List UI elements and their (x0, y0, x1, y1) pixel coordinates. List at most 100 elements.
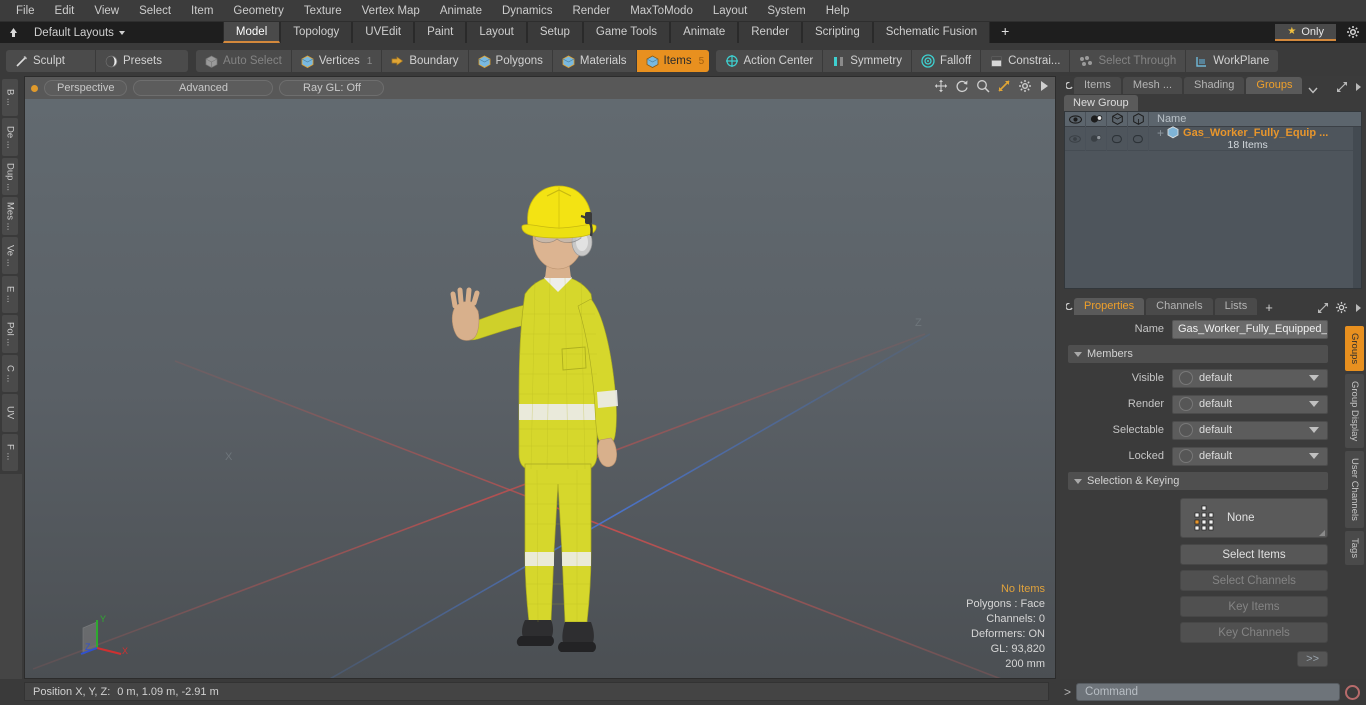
polygons-button[interactable]: Polygons (468, 50, 553, 72)
eye-icon[interactable] (1065, 111, 1086, 127)
tab-layout[interactable]: Layout (466, 22, 527, 43)
record-icon[interactable] (1345, 684, 1360, 700)
selectable-knob-icon[interactable] (1179, 423, 1193, 437)
layout-selector[interactable]: Default Layouts (26, 27, 133, 39)
materials-button[interactable]: Materials (552, 50, 637, 72)
tab-animate[interactable]: Animate (670, 22, 739, 43)
left-tab-uv[interactable]: UV (2, 394, 18, 432)
home-icon[interactable] (0, 22, 26, 43)
table-row[interactable]: + Gas_Worker_Fully_Equip ... 18 Items (1065, 126, 1361, 151)
resize-corner-icon[interactable] (1319, 530, 1325, 536)
presets-button[interactable]: Presets (96, 50, 188, 72)
side-tab-groups[interactable]: Groups (1345, 326, 1364, 372)
item-list-scrollbar[interactable] (1353, 127, 1361, 288)
render-knob-icon[interactable] (1179, 397, 1193, 411)
only-toggle-button[interactable]: ★ Only (1275, 24, 1336, 41)
select-through-button[interactable]: Select Through (1070, 50, 1187, 72)
sculpt-button[interactable]: Sculpt (6, 50, 96, 72)
auto-select-button[interactable]: Auto Select (196, 50, 292, 72)
properties-menu-dot-icon[interactable] (1064, 297, 1074, 315)
row-locked-toggle[interactable] (1128, 126, 1149, 151)
gear-icon[interactable] (1346, 25, 1360, 39)
left-tab-basic[interactable]: B ... (2, 79, 18, 117)
selection-set-field[interactable]: None (1180, 498, 1328, 538)
new-group-button[interactable]: New Group (1064, 95, 1138, 111)
side-tab-tags[interactable]: Tags (1345, 531, 1364, 566)
tab-shading[interactable]: Shading (1184, 77, 1245, 94)
expand-properties-icon[interactable] (1317, 302, 1329, 314)
side-tab-group-display[interactable]: Group Display (1345, 374, 1364, 449)
boundary-button[interactable]: Boundary (382, 50, 469, 72)
move-icon[interactable] (934, 79, 948, 93)
tab-properties[interactable]: Properties (1074, 298, 1145, 315)
menu-item-geometry[interactable]: Geometry (223, 0, 294, 22)
left-tab-duplicate[interactable]: Dup ... (2, 157, 18, 196)
command-input[interactable]: Command (1076, 683, 1340, 701)
cube-wire-icon[interactable] (1128, 111, 1149, 127)
viewport-projection-selector[interactable]: Perspective (44, 80, 128, 96)
3d-viewport[interactable]: Perspective Advanced Ray GL: Off X Z No … (24, 76, 1056, 679)
tab-topology[interactable]: Topology (280, 22, 353, 43)
play-arrow-icon[interactable] (1039, 80, 1049, 92)
tab-setup[interactable]: Setup (526, 22, 583, 43)
locked-select[interactable]: default (1172, 446, 1328, 466)
left-tab-edge[interactable]: E ... (2, 276, 18, 314)
items-button[interactable]: Items 5 (636, 50, 709, 72)
panel-menu-dot-icon[interactable] (1064, 76, 1074, 94)
tab-uvedit[interactable]: UVEdit (352, 22, 415, 43)
menu-item-help[interactable]: Help (816, 0, 860, 22)
members-section-header[interactable]: Members (1068, 345, 1328, 363)
viewport-canvas[interactable]: X Z No Items Polygons: Face Channels: 0… (25, 99, 1055, 678)
row-selectable-toggle[interactable] (1107, 126, 1128, 151)
tab-mesh[interactable]: Mesh ... (1122, 77, 1183, 94)
menu-item-animate[interactable]: Animate (430, 0, 492, 22)
viewport-raygl-selector[interactable]: Ray GL: Off (279, 80, 385, 96)
select-channels-button[interactable]: Select Channels (1180, 570, 1328, 591)
viewport-shading-selector[interactable]: Advanced (133, 80, 274, 96)
row-item-content[interactable]: + Gas_Worker_Fully_Equip ... 18 Items (1149, 126, 1328, 151)
cube-outline-icon[interactable] (1107, 111, 1128, 127)
symmetry-button[interactable]: Symmetry (823, 50, 912, 72)
menu-item-file[interactable]: File (6, 0, 45, 22)
panel-arrow-icon[interactable] (1354, 82, 1362, 92)
falloff-button[interactable]: Falloff (911, 50, 982, 72)
menu-item-layout[interactable]: Layout (703, 0, 758, 22)
name-field[interactable]: Gas_Worker_Fully_Equipped_Sta (1172, 319, 1328, 339)
menu-item-item[interactable]: Item (181, 0, 223, 22)
action-center-button[interactable]: Action Center (715, 50, 824, 72)
menu-item-select[interactable]: Select (129, 0, 181, 22)
properties-gear-icon[interactable] (1335, 301, 1348, 314)
tab-paint[interactable]: Paint (414, 22, 467, 43)
left-tab-mesh[interactable]: Mes ... (2, 197, 18, 235)
tab-render[interactable]: Render (738, 22, 802, 43)
tab-channels[interactable]: Channels (1146, 298, 1213, 315)
expand-panel-icon[interactable] (1336, 81, 1348, 93)
tab-game-tools[interactable]: Game Tools (582, 22, 671, 43)
expand-row-icon[interactable]: + (1157, 127, 1164, 140)
axis-gizmo[interactable]: Y X Z (69, 610, 133, 668)
selection-keying-section-header[interactable]: Selection & Keying (1068, 472, 1328, 490)
side-tab-user-channels[interactable]: User Channels (1345, 451, 1364, 529)
group-item-list[interactable]: Name + Gas_Worker_Fully_Equip ... 18 Ite… (1064, 111, 1362, 289)
menu-item-render[interactable]: Render (562, 0, 620, 22)
menu-item-maxtomodo[interactable]: MaxToModo (620, 0, 703, 22)
vertices-button[interactable]: Vertices 1 (291, 50, 383, 72)
viewport-menu-dot-icon[interactable] (31, 84, 38, 92)
gear-icon[interactable] (1018, 79, 1032, 93)
key-channels-button[interactable]: Key Channels (1180, 622, 1328, 643)
menu-item-texture[interactable]: Texture (294, 0, 352, 22)
constraint-button[interactable]: Constrai... (981, 50, 1071, 72)
row-eye-toggle[interactable] (1065, 126, 1086, 151)
render-icon[interactable] (1086, 111, 1107, 127)
tab-items[interactable]: Items (1074, 77, 1121, 94)
menu-item-dynamics[interactable]: Dynamics (492, 0, 562, 22)
left-tab-fusion[interactable]: F ... (2, 433, 18, 472)
add-properties-tab-button[interactable]: + (1259, 300, 1279, 315)
visible-select[interactable]: default (1172, 368, 1328, 388)
row-render-toggle[interactable] (1086, 126, 1107, 151)
tab-schematic-fusion[interactable]: Schematic Fusion (872, 22, 991, 43)
render-select[interactable]: default (1172, 394, 1328, 414)
add-tab-button[interactable]: + (990, 22, 1021, 43)
menu-item-system[interactable]: System (757, 0, 815, 22)
menu-item-edit[interactable]: Edit (45, 0, 85, 22)
